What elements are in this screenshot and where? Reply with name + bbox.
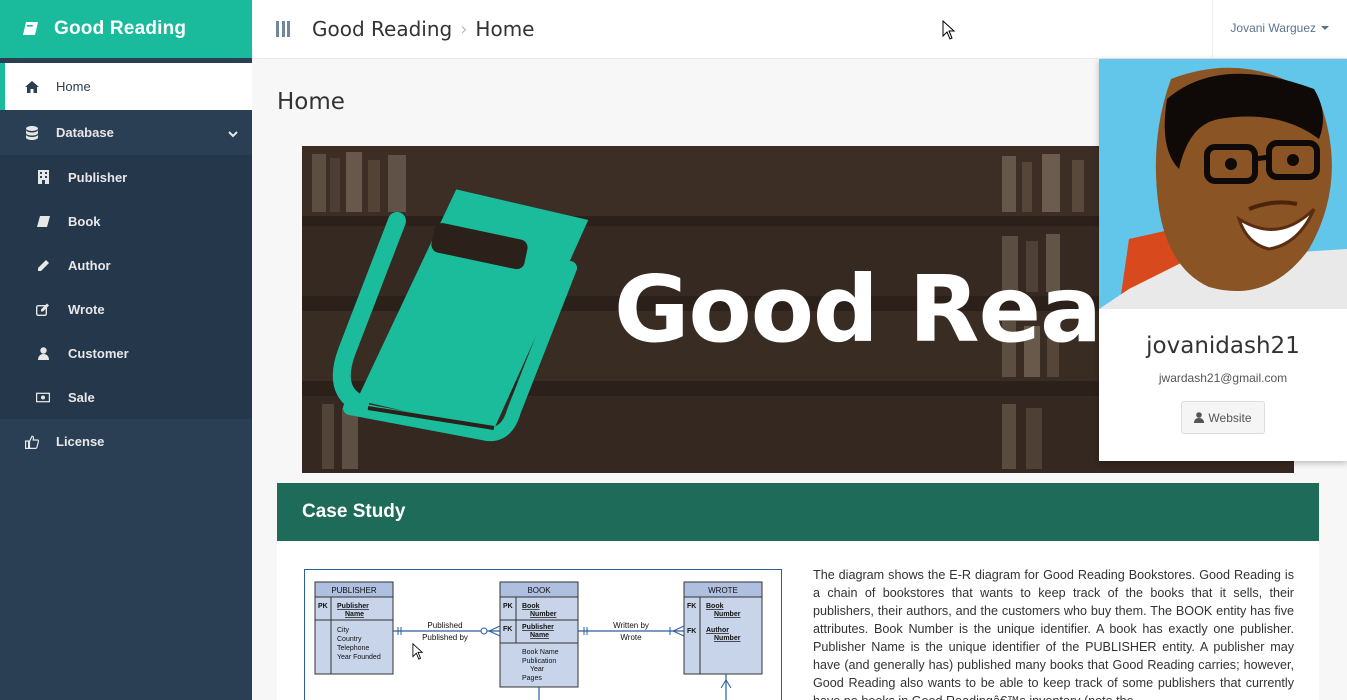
profile-card: jovanidash21 jwardash21@gmail.com Websit… [1099, 59, 1347, 461]
svg-text:BOOK: BOOK [527, 586, 551, 595]
book-icon [22, 20, 40, 38]
svg-text:Number: Number [714, 635, 741, 642]
svg-text:City: City [337, 627, 350, 634]
chevron-right-icon: › [460, 18, 468, 40]
pencil-icon [36, 258, 50, 272]
breadcrumb-current: Home [475, 17, 535, 41]
user-name: Jovani Warguez [1230, 21, 1316, 35]
sidebar-item-label: Sale [68, 389, 95, 405]
svg-text:Book: Book [706, 603, 724, 610]
svg-text:Book Name: Book Name [522, 649, 559, 656]
profile-username: jovanidash21 [1146, 333, 1300, 359]
svg-text:Name: Name [345, 611, 364, 618]
sidebar-item-customer[interactable]: Customer [0, 331, 252, 375]
brand[interactable]: Good Reading [0, 0, 252, 58]
sidebar-item-label: Book [68, 213, 101, 229]
sidebar: Good Reading Home Database Publisher Boo… [0, 0, 252, 700]
edit-icon [36, 302, 50, 316]
sidebar-item-author[interactable]: Author [0, 243, 252, 287]
svg-text:Year Founded: Year Founded [337, 654, 381, 661]
case-study-header: Case Study [277, 483, 1319, 541]
user-icon [1194, 412, 1205, 423]
thumbs-up-icon [24, 434, 40, 450]
svg-text:Name: Name [530, 632, 549, 639]
mouse-cursor-icon [412, 643, 424, 660]
sidebar-item-label: Publisher [68, 169, 128, 185]
sidebar-item-label: Author [68, 257, 111, 273]
sidebar-item-license[interactable]: License [0, 419, 252, 464]
breadcrumb: Good Reading › Home [312, 17, 534, 41]
svg-text:Book: Book [522, 603, 540, 610]
svg-text:Country: Country [337, 636, 362, 643]
svg-text:Number: Number [714, 611, 741, 618]
user-dropdown[interactable]: Jovani Warguez [1230, 21, 1329, 35]
chevron-down-icon [228, 126, 238, 141]
menu-toggle-icon[interactable] [276, 21, 290, 37]
svg-text:PK: PK [318, 603, 328, 610]
sidebar-item-label: Wrote [68, 301, 105, 317]
brand-title: Good Reading [54, 18, 187, 39]
svg-text:Number: Number [530, 611, 557, 618]
website-button[interactable]: Website [1181, 401, 1265, 434]
svg-text:FK: FK [687, 628, 696, 635]
sidebar-item-label: Customer [68, 345, 129, 361]
svg-text:Written by: Written by [613, 621, 649, 630]
svg-text:WROTE: WROTE [708, 586, 738, 595]
svg-text:Pages: Pages [522, 675, 542, 682]
svg-text:Publisher: Publisher [337, 603, 369, 610]
sidebar-item-label: License [56, 434, 105, 449]
breadcrumb-app[interactable]: Good Reading [312, 17, 452, 41]
page-title: Home [277, 89, 345, 115]
divider [1212, 0, 1213, 59]
mouse-cursor-icon [942, 20, 956, 40]
database-submenu: Publisher Book Author Wrote Customer Sal… [0, 155, 252, 419]
sidebar-item-home[interactable]: Home [0, 63, 252, 110]
sidebar-item-book[interactable]: Book [0, 199, 252, 243]
svg-text:FK: FK [503, 626, 512, 633]
svg-text:Telephone: Telephone [337, 645, 369, 652]
hero-title: Good Read [614, 256, 1167, 363]
svg-text:Publication: Publication [522, 658, 556, 665]
svg-text:Author: Author [706, 627, 729, 634]
building-icon [36, 170, 50, 184]
svg-text:PK: PK [503, 603, 513, 610]
sidebar-item-label: Home [56, 79, 91, 94]
money-icon [36, 390, 50, 404]
sidebar-item-sale[interactable]: Sale [0, 375, 252, 419]
svg-text:Year: Year [530, 666, 545, 673]
svg-text:Publisher: Publisher [522, 624, 554, 631]
case-study-text: The diagram shows the E-R diagram for Go… [813, 568, 1294, 700]
sidebar-item-label: Database [56, 125, 114, 140]
svg-text:Published: Published [427, 621, 462, 630]
sidebar-item-wrote[interactable]: Wrote [0, 287, 252, 331]
svg-text:Wrote: Wrote [620, 633, 642, 642]
er-diagram: PUBLISHER PK Publisher Name City Country… [304, 569, 782, 700]
sidebar-item-publisher[interactable]: Publisher [0, 155, 252, 199]
svg-text:FK: FK [687, 603, 696, 610]
avatar [1099, 59, 1347, 309]
home-icon [24, 79, 40, 95]
database-icon [24, 125, 40, 141]
caret-down-icon [1321, 26, 1329, 30]
top-navbar: Good Reading › Home Jovani Warguez [252, 0, 1347, 59]
sidebar-item-database[interactable]: Database [0, 110, 252, 155]
svg-text:Published by: Published by [422, 633, 468, 642]
profile-email: jwardash21@gmail.com [1158, 371, 1288, 385]
user-icon [36, 346, 50, 360]
website-button-label: Website [1208, 410, 1252, 425]
book-icon [36, 214, 50, 228]
svg-text:PUBLISHER: PUBLISHER [331, 586, 377, 595]
